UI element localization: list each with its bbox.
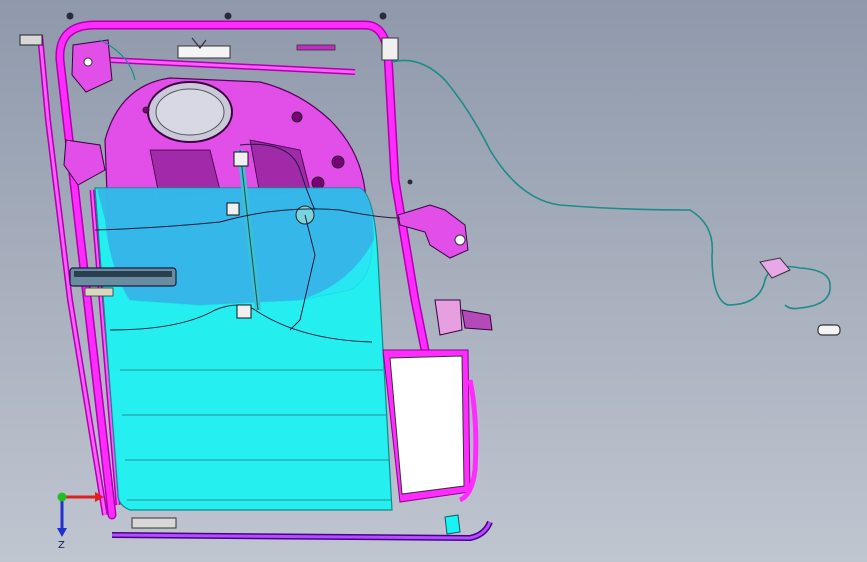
cad-viewport[interactable]: Z — [0, 0, 867, 562]
door-assembly-model[interactable]: Z — [0, 0, 867, 562]
quarter-glass[interactable] — [382, 349, 479, 503]
coordinate-triad: Z — [57, 492, 104, 551]
triad-z-label: Z — [58, 540, 65, 551]
window-glass[interactable] — [94, 187, 393, 511]
top-brackets[interactable] — [177, 37, 399, 61]
lower-sill-trim[interactable] — [111, 514, 493, 542]
